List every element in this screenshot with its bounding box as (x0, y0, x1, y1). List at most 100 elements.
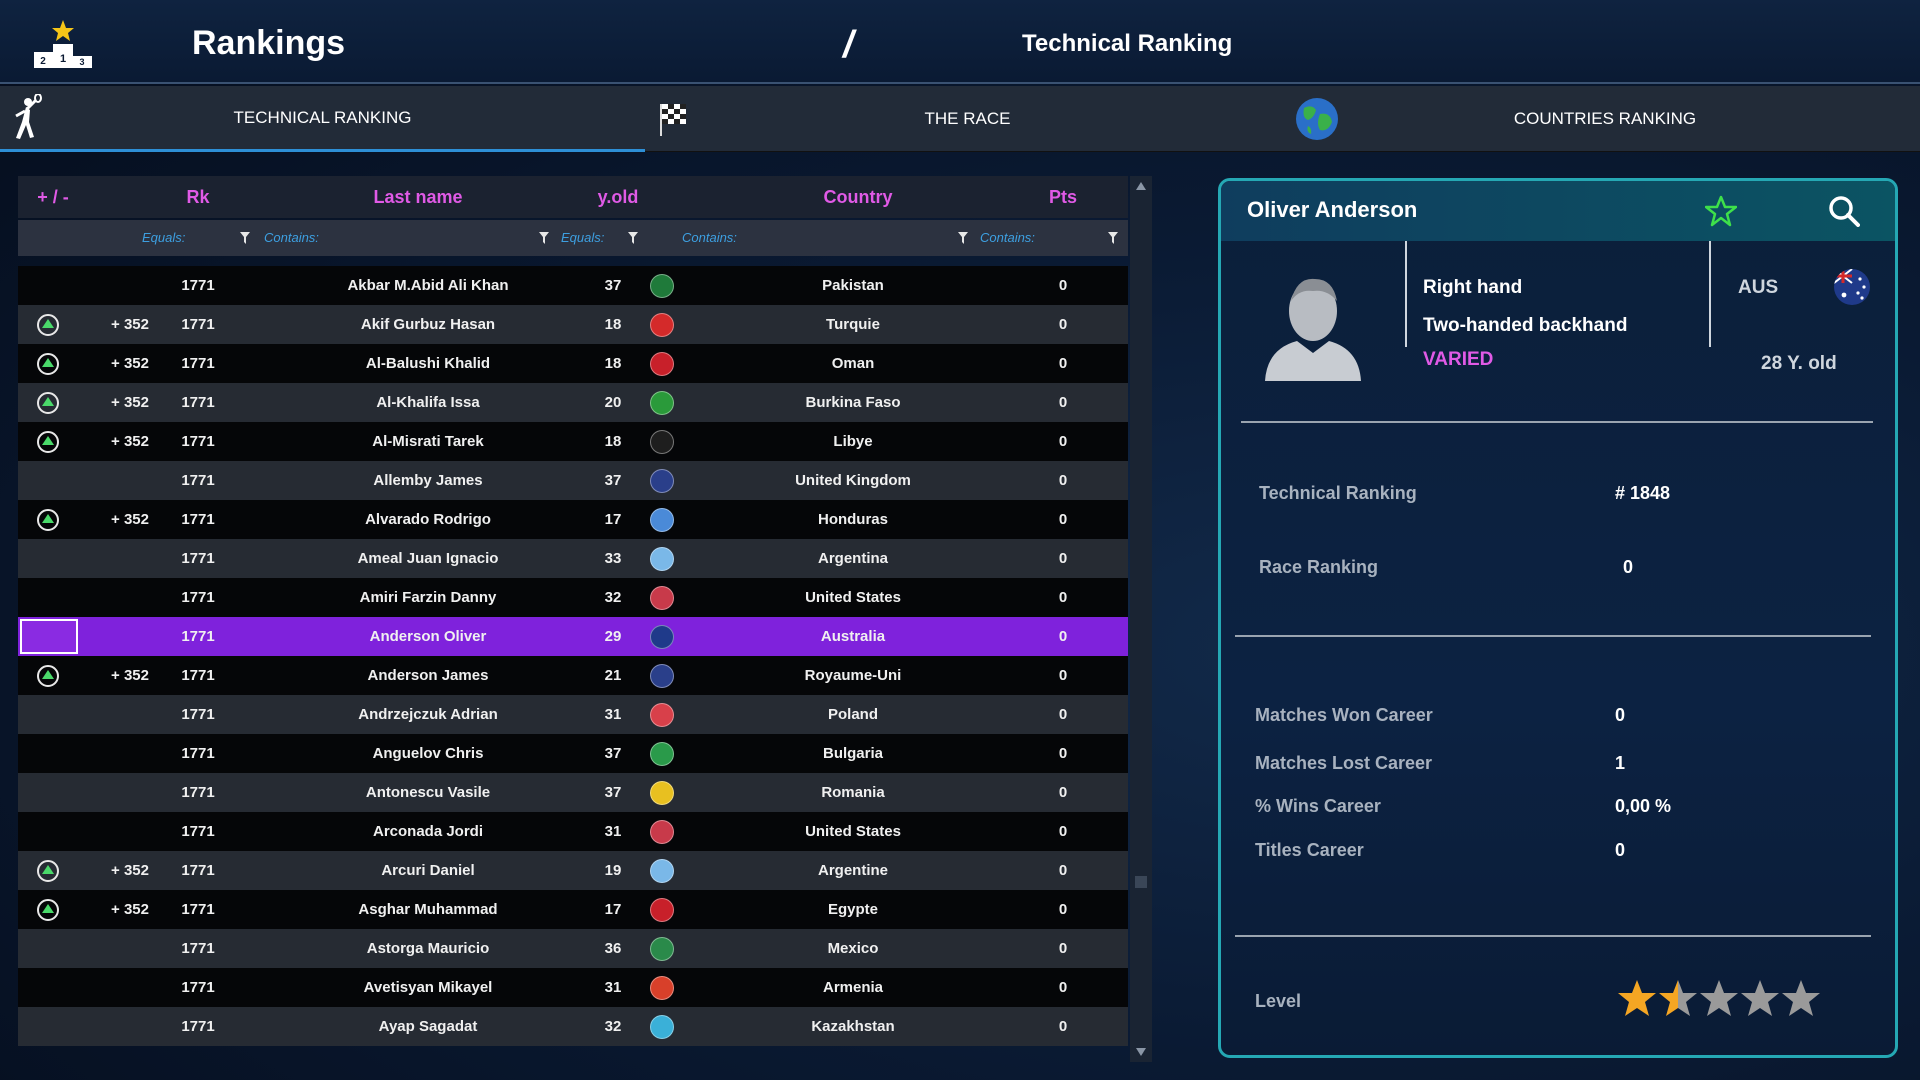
filter-country-input[interactable]: Contains: (682, 230, 737, 245)
row-rank: 1771 (181, 940, 215, 957)
filter-points-input[interactable]: Contains: (980, 230, 1035, 245)
table-row[interactable]: + 352 1771 Al-Misrati Tarek 18 Libye 0 (18, 422, 1128, 461)
col-header-rank[interactable]: Rk (158, 187, 238, 208)
row-country: Poland (827, 706, 878, 723)
country-flag-icon (650, 742, 674, 766)
scroll-thumb[interactable] (1135, 876, 1147, 888)
scroll-up-icon[interactable] (1136, 182, 1146, 190)
table-row[interactable]: 1771 Akbar M.Abid Ali Khan 37 Pakistan 0 (18, 266, 1128, 305)
row-country: Turquie (826, 316, 880, 333)
row-age: 31 (604, 979, 622, 996)
svg-text:1: 1 (60, 53, 66, 65)
table-row[interactable]: 1771 Astorga Mauricio 36 Mexico 0 (18, 929, 1128, 968)
row-points: 0 (1058, 706, 1068, 723)
row-move-delta: + 352 (111, 316, 149, 333)
scroll-down-icon[interactable] (1136, 1048, 1146, 1056)
table-row[interactable]: + 352 1771 Akif Gurbuz Hasan 18 Turquie 0 (18, 305, 1128, 344)
country-flag-icon (650, 274, 674, 298)
table-row[interactable]: + 352 1771 Arcuri Daniel 19 Argentine 0 (18, 851, 1128, 890)
level-label: Level (1255, 991, 1302, 1011)
tab-technical-ranking[interactable]: TECHNICAL RANKING (0, 86, 645, 152)
table-row[interactable]: 1771 Allemby James 37 United Kingdom 0 (18, 461, 1128, 500)
col-header-last-name[interactable]: Last name (318, 187, 518, 208)
tab-countries-ranking[interactable]: COUNTRIES RANKING (1290, 86, 1920, 152)
row-rank: 1771 (181, 667, 215, 684)
row-player-name: Ayap Sagadat (378, 1018, 478, 1035)
row-points: 0 (1058, 394, 1068, 411)
col-header-points[interactable]: Pts (1028, 187, 1098, 208)
row-points: 0 (1058, 979, 1068, 996)
stat-value: # 1848 (1615, 483, 1671, 503)
stat-label: Matches Lost Career (1255, 753, 1433, 773)
row-country: United Kingdom (795, 472, 911, 489)
table-row[interactable]: 1771 Avetisyan Mikayel 31 Armenia 0 (18, 968, 1128, 1007)
player-hand: Right hand (1423, 277, 1523, 298)
row-country: Australia (820, 628, 886, 645)
row-player-name: Andrzejczuk Adrian (358, 706, 498, 723)
player-backhand: Two-handed backhand (1423, 315, 1628, 336)
tab-the-race[interactable]: THE RACE (645, 86, 1290, 152)
row-points: 0 (1058, 628, 1068, 645)
row-points: 0 (1058, 1018, 1068, 1035)
filter-icon[interactable] (539, 232, 549, 244)
stat-value: 0 (1615, 705, 1626, 725)
row-player-name: Ameal Juan Ignacio (357, 550, 499, 567)
table-row[interactable]: 1771 Amiri Farzin Danny 32 United States 0 (18, 578, 1128, 617)
table-row[interactable]: 1771 Andrzejczuk Adrian 31 Poland 0 (18, 695, 1128, 734)
filter-icon[interactable] (240, 232, 250, 244)
row-move-delta: + 352 (111, 433, 149, 450)
row-points: 0 (1058, 784, 1068, 801)
table-row[interactable]: + 352 1771 Al-Khalifa Issa 20 Burkina Faso 0 (18, 383, 1128, 422)
filter-name-input[interactable]: Contains: (264, 230, 319, 245)
table-row[interactable]: 1771 Ayap Sagadat 32 Kazakhstan 0 (18, 1007, 1128, 1046)
row-age: 20 (604, 394, 622, 411)
top-bar: 1 2 3 Rankings / Technical Ranking (0, 0, 1920, 84)
row-country: Burkina Faso (805, 394, 901, 411)
row-rank: 1771 (181, 316, 215, 333)
filter-icon[interactable] (1108, 232, 1118, 244)
player-card-header: Oliver Anderson (1221, 181, 1895, 241)
checkered-flag-icon (660, 104, 686, 136)
col-header-country[interactable]: Country (758, 187, 958, 208)
filter-age-input[interactable]: Equals: (561, 230, 604, 245)
divider (1241, 421, 1873, 423)
page-title: Rankings (192, 24, 346, 62)
col-header-age[interactable]: y.old (573, 187, 663, 208)
row-points: 0 (1058, 667, 1068, 684)
row-rank: 1771 (181, 706, 215, 723)
table-row[interactable]: 1771 Arconada Jordi 31 United States 0 (18, 812, 1128, 851)
row-rank: 1771 (181, 979, 215, 996)
favorite-star-icon[interactable] (1705, 195, 1737, 227)
selection-marker (20, 619, 78, 654)
row-rank: 1771 (181, 589, 215, 606)
filter-icon[interactable] (958, 232, 968, 244)
table-row[interactable]: 1771 Antonescu Vasile 37 Romania 0 (18, 773, 1128, 812)
filter-icon[interactable] (628, 232, 638, 244)
table-row[interactable]: + 352 1771 Anderson James 21 Royaume-Uni 0 (18, 656, 1128, 695)
table-row[interactable]: + 352 1771 Alvarado Rodrigo 17 Honduras 0 (18, 500, 1128, 539)
svg-text:2: 2 (40, 56, 46, 67)
stat-label: Race Ranking (1259, 557, 1379, 577)
row-country: Libye (833, 433, 873, 450)
divider (1405, 241, 1407, 347)
row-points: 0 (1058, 355, 1068, 372)
filter-row: Equals: Contains: Equals: Contains: Cont… (18, 220, 1128, 256)
table-row[interactable]: 1771 Anguelov Chris 37 Bulgaria 0 (18, 734, 1128, 773)
row-player-name: Akif Gurbuz Hasan (360, 316, 496, 333)
country-flag-icon (650, 469, 674, 493)
stat-label: Titles Career (1255, 840, 1364, 860)
col-header-move[interactable]: + / - (28, 187, 78, 208)
country-flag-icon (650, 547, 674, 571)
table-row[interactable]: + 352 1771 Asghar Muhammad 17 Egypte 0 (18, 890, 1128, 929)
australia-flag-icon (1834, 269, 1870, 305)
table-row-selected[interactable]: 1771 Anderson Oliver 29 Australia 0 (18, 617, 1128, 656)
country-flag-icon (650, 625, 674, 649)
country-flag-icon (650, 352, 674, 376)
tab-bar: TECHNICAL RANKING THE RACE COUNTRIES RAN… (0, 86, 1920, 152)
table-scrollbar[interactable] (1130, 176, 1152, 1062)
tab-label: THE RACE (924, 109, 1011, 128)
table-row[interactable]: + 352 1771 Al-Balushi Khalid 18 Oman 0 (18, 344, 1128, 383)
table-row[interactable]: 1771 Ameal Juan Ignacio 33 Argentina 0 (18, 539, 1128, 578)
search-icon[interactable] (1828, 195, 1860, 227)
filter-rank-input[interactable]: Equals: (142, 230, 185, 245)
